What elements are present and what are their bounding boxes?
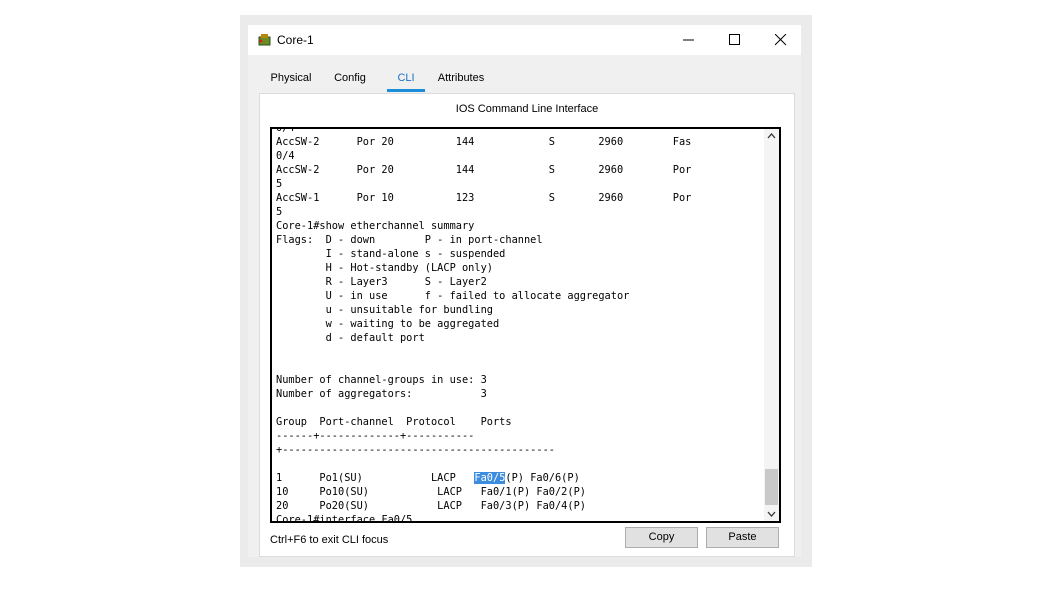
terminal-line: 1 Po1(SU) LACP Fa0/5(P) Fa0/6(P) [276,472,580,484]
scroll-down-button[interactable] [764,507,779,521]
terminal-line: AccSW-1 Por 10 123 S 2960 Por [276,192,692,204]
terminal-output[interactable]: 0/4 AccSW-2 Por 20 144 S 2960 Fas 0/4 AccSW… [276,127,764,523]
terminal-line: I - stand-alone s - suspended [276,248,506,260]
device-window: Core-1 Physical Config CLI Attributes IO… [248,25,801,557]
terminal-line: +---------------------------------------… [276,444,555,456]
window-title: Core-1 [277,33,314,47]
chevron-down-icon [767,511,776,517]
maximize-button[interactable] [712,25,758,55]
terminal-line: AccSW-2 Por 20 144 S 2960 Por [276,164,692,176]
terminal-line: U - in use f - failed to allocate aggreg… [276,290,630,302]
terminal-line: 5 [276,206,283,218]
terminal-line: Core-1#show etherchannel summary [276,220,475,232]
paste-button[interactable]: Paste [706,527,779,548]
terminal-line: Flags: D - down P - in port-channel [276,234,543,246]
tab-attributes[interactable]: Attributes [433,67,489,89]
terminal-line: Core-1#interface Fa0/5 [276,514,413,523]
cli-panel: IOS Command Line Interface 0/4 AccSW-2 Po… [259,93,795,557]
minimize-button[interactable] [666,25,712,55]
tab-config[interactable]: Config [331,67,369,89]
tab-cli[interactable]: CLI [387,67,425,92]
close-button[interactable] [758,25,804,55]
terminal-line: Group Port-channel Protocol Ports [276,416,512,428]
terminal-line: Number of aggregators: 3 [276,388,487,400]
scroll-thumb[interactable] [765,469,778,505]
tab-cli-label: CLI [397,72,415,84]
terminal-line: 20 Po20(SU) LACP Fa0/3(P) Fa0/4(P) [276,500,586,512]
title-bar[interactable]: Core-1 [248,25,801,55]
active-tab-indicator [387,89,425,92]
terminal-line: 10 Po10(SU) LACP Fa0/1(P) Fa0/2(P) [276,486,586,498]
cli-terminal[interactable]: 0/4 AccSW-2 Por 20 144 S 2960 Fas 0/4 AccSW… [270,127,781,523]
terminal-line: 0/4 [276,150,295,162]
terminal-line: d - default port [276,332,425,344]
terminal-line: w - waiting to be aggregated [276,318,500,330]
terminal-scrollbar[interactable] [764,129,779,521]
terminal-line: Number of channel-groups in use: 3 [276,374,487,386]
tab-physical[interactable]: Physical [268,67,314,89]
chevron-up-icon [767,133,776,139]
terminal-line: H - Hot-standby (LACP only) [276,262,493,274]
terminal-line: AccSW-2 Por 20 144 S 2960 Fas [276,136,692,148]
maximize-icon [729,34,740,45]
close-icon [775,34,787,46]
terminal-line: ------+-------------+----------- [276,430,475,442]
terminal-line: R - Layer3 S - Layer2 [276,276,487,288]
selected-text: Fa0/5 [474,472,506,484]
panel-title: IOS Command Line Interface [455,103,599,115]
terminal-line: u - unsuitable for bundling [276,304,493,316]
terminal-line: 0/4 [276,127,295,134]
status-hint: Ctrl+F6 to exit CLI focus [270,534,389,546]
terminal-line: 5 [276,178,283,190]
minimize-icon [683,39,694,41]
copy-button[interactable]: Copy [625,527,698,548]
switch-icon [257,32,273,48]
scroll-up-button[interactable] [764,129,779,143]
